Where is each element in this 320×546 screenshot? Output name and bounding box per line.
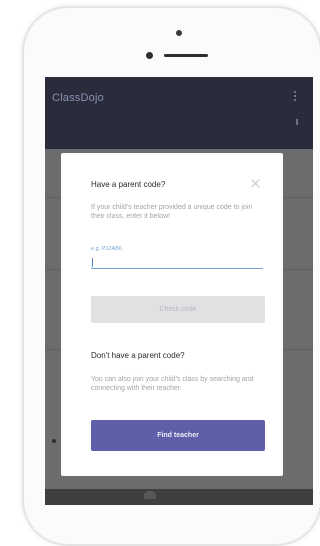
dialog-description: If your child's teacher provided a uniqu… <box>91 204 253 220</box>
no-code-description: You can also join your child's class by … <box>91 376 254 392</box>
speaker-grille <box>164 54 208 57</box>
list-bullet <box>52 439 56 443</box>
home-icon[interactable] <box>144 491 156 499</box>
app-title: ClassDojo <box>52 92 104 104</box>
parent-code-input[interactable] <box>91 255 263 269</box>
dialog-title: Have a parent code? <box>91 180 166 189</box>
more-vertical-icon[interactable] <box>293 91 297 105</box>
close-icon[interactable] <box>250 178 261 189</box>
parent-code-dialog: Have a parent code? If your child's teac… <box>61 153 283 476</box>
no-code-title: Don't have a parent code? <box>91 351 185 360</box>
text-cursor <box>92 258 93 267</box>
overflow-icon[interactable] <box>296 119 298 125</box>
parent-code-label: e.g. P12AB6 <box>91 246 122 252</box>
bottom-nav <box>45 489 313 505</box>
app-bar: ClassDojo <box>45 77 313 149</box>
camera-icon <box>176 30 182 36</box>
check-code-button[interactable]: Check code <box>91 296 265 323</box>
phone-screen: ClassDojo Have a parent code? If your ch… <box>45 77 313 505</box>
sensor-icon <box>146 52 153 59</box>
find-teacher-button[interactable]: Find teacher <box>91 420 265 451</box>
